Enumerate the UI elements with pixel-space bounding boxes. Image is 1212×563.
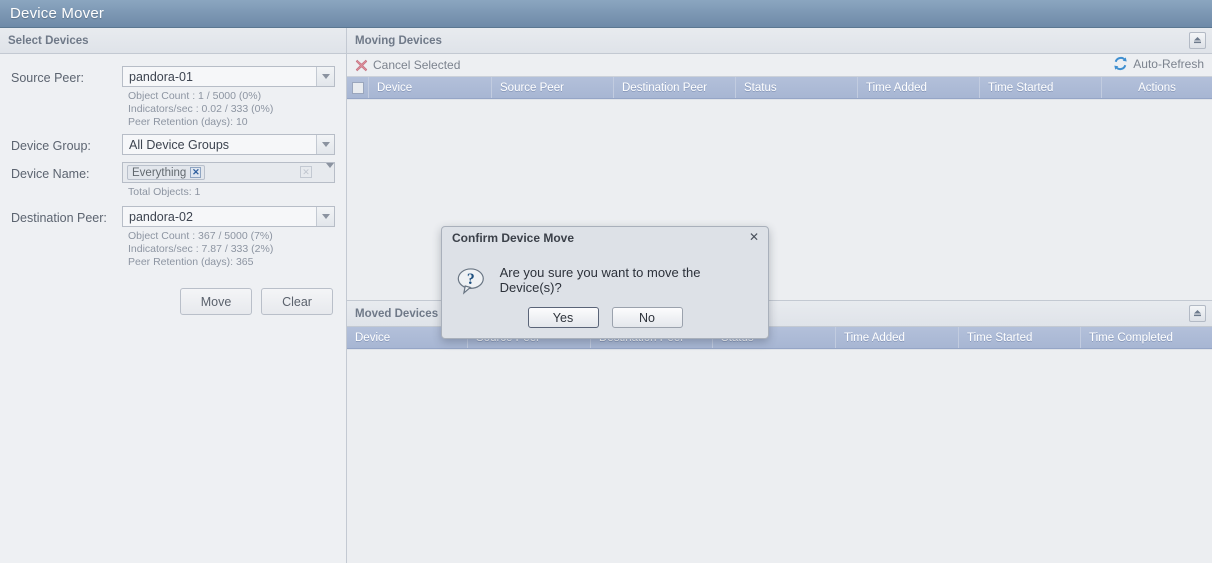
close-icon[interactable]: ✕: [749, 230, 759, 244]
svg-text:?: ?: [467, 271, 475, 288]
dialog-message: Are you sure you want to move the Device…: [499, 265, 701, 295]
field-device-name: Device Name: Everything ✕ ✕ Total Object…: [8, 162, 336, 202]
chevron-down-icon[interactable]: [326, 163, 334, 182]
dialog-title: Confirm Device Move: [452, 231, 575, 245]
device-group-select[interactable]: All Device Groups: [122, 134, 335, 155]
dialog-actions: Yes No: [442, 307, 768, 338]
column-header-destination-peer[interactable]: Destination Peer: [614, 77, 736, 98]
column-header-time-completed[interactable]: Time Completed: [1081, 327, 1212, 348]
dialog-yes-button[interactable]: Yes: [527, 307, 599, 328]
column-header-time-added[interactable]: Time Added: [836, 327, 959, 348]
clear-button[interactable]: Clear: [261, 288, 333, 315]
auto-refresh-button[interactable]: Auto-Refresh: [1113, 56, 1204, 71]
select-devices-header-label: Select Devices: [8, 34, 89, 47]
move-button[interactable]: Move: [180, 288, 252, 315]
cancel-selected-button[interactable]: Cancel Selected: [355, 58, 460, 72]
window-titlebar: Device Mover: [0, 0, 1212, 28]
collapse-up-icon[interactable]: [1189, 32, 1206, 49]
confirm-device-move-dialog: Confirm Device Move ✕ ? Are you sure you…: [441, 226, 769, 339]
device-name-tag: Everything ✕: [127, 165, 206, 180]
column-header-actions[interactable]: Actions: [1102, 77, 1212, 98]
device-group-value: All Device Groups: [129, 137, 230, 152]
moved-devices-panel: Moved Devices Device Source Peer Destina…: [347, 300, 1212, 563]
destination-peer-indicators: Indicators/sec : 7.87 / 333 (2%): [128, 243, 274, 255]
column-header-status[interactable]: Status: [736, 77, 858, 98]
dialog-titlebar: Confirm Device Move ✕: [442, 227, 768, 249]
destination-peer-retention: Peer Retention (days): 365: [128, 256, 254, 268]
select-all-header[interactable]: [347, 77, 369, 98]
destination-peer-label: Destination Peer:: [11, 211, 107, 225]
column-header-device[interactable]: Device: [369, 77, 492, 98]
remove-tag-icon[interactable]: ✕: [190, 167, 202, 178]
select-devices-panel: Select Devices Source Peer: pandora-01 O…: [0, 28, 347, 563]
clear-field-icon[interactable]: ✕: [300, 166, 312, 178]
moving-devices-header: Moving Devices: [347, 28, 1212, 54]
column-header-time-started[interactable]: Time Started: [959, 327, 1081, 348]
field-device-group: Device Group: All Device Groups: [8, 134, 336, 158]
select-devices-header: Select Devices: [0, 28, 346, 54]
device-name-stats: Total Objects: 1: [122, 183, 335, 202]
dialog-no-button[interactable]: No: [611, 307, 683, 328]
destination-peer-stats: Object Count : 367 / 5000 (7%) Indicator…: [122, 227, 335, 272]
source-peer-stats: Object Count : 1 / 5000 (0%) Indicators/…: [122, 87, 335, 132]
source-peer-select[interactable]: pandora-01: [122, 66, 335, 87]
chevron-down-icon[interactable]: [316, 67, 334, 86]
field-destination-peer: Destination Peer: pandora-02 Object Coun…: [8, 206, 336, 272]
select-all-checkbox[interactable]: [351, 81, 364, 94]
form-actions: Move Clear: [8, 274, 343, 315]
moving-devices-column-headers: Device Source Peer Destination Peer Stat…: [347, 77, 1212, 99]
refresh-icon: [1114, 56, 1127, 71]
device-name-tag-label: Everything: [132, 166, 187, 179]
moved-devices-header-label: Moved Devices: [355, 307, 439, 320]
column-header-time-started[interactable]: Time Started: [980, 77, 1102, 98]
source-peer-label: Source Peer:: [11, 71, 84, 85]
cancel-x-icon: [355, 59, 368, 71]
moving-devices-header-label: Moving Devices: [355, 34, 442, 47]
total-objects: Total Objects: 1: [128, 186, 201, 198]
device-name-label: Device Name:: [11, 167, 90, 181]
chevron-down-icon[interactable]: [316, 135, 334, 154]
source-peer-value: pandora-01: [129, 69, 193, 84]
chevron-down-icon[interactable]: [316, 207, 334, 226]
dialog-body: ? Are you sure you want to move the Devi…: [442, 249, 768, 307]
destination-peer-select[interactable]: pandora-02: [122, 206, 335, 227]
auto-refresh-label: Auto-Refresh: [1133, 56, 1204, 71]
destination-peer-object-count: Object Count : 367 / 5000 (7%): [128, 230, 273, 242]
collapse-up-icon[interactable]: [1189, 305, 1206, 322]
source-peer-retention: Peer Retention (days): 10: [128, 116, 248, 128]
select-devices-form: Source Peer: pandora-01 Object Count : 1…: [0, 54, 346, 563]
question-bubble-icon: ?: [457, 267, 484, 295]
field-source-peer: Source Peer: pandora-01 Object Count : 1…: [8, 66, 336, 132]
device-group-label: Device Group:: [11, 139, 91, 153]
moved-devices-rows: [347, 349, 1212, 563]
destination-peer-value: pandora-02: [129, 209, 193, 224]
source-peer-indicators: Indicators/sec : 0.02 / 333 (0%): [128, 103, 274, 115]
cancel-selected-label: Cancel Selected: [373, 58, 461, 72]
device-name-multiselect[interactable]: Everything ✕ ✕: [122, 162, 335, 183]
moving-devices-toolbar: Cancel Selected Auto-Refresh: [347, 54, 1212, 77]
column-header-source-peer[interactable]: Source Peer: [492, 77, 614, 98]
column-header-time-added[interactable]: Time Added: [858, 77, 980, 98]
source-peer-object-count: Object Count : 1 / 5000 (0%): [128, 90, 262, 102]
page-title: Device Mover: [10, 5, 105, 22]
